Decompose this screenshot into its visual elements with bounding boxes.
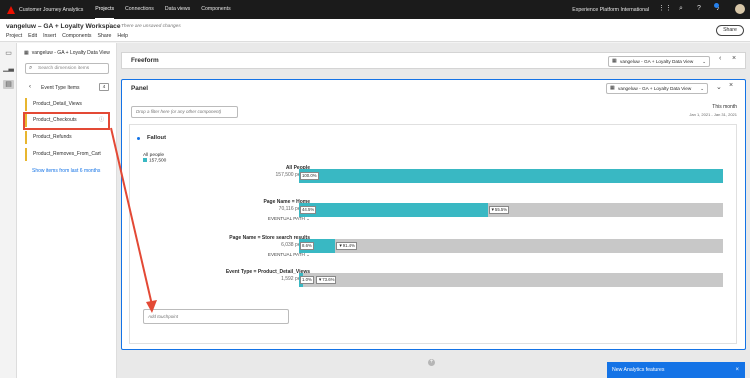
annotation-arrow (110, 127, 157, 313)
